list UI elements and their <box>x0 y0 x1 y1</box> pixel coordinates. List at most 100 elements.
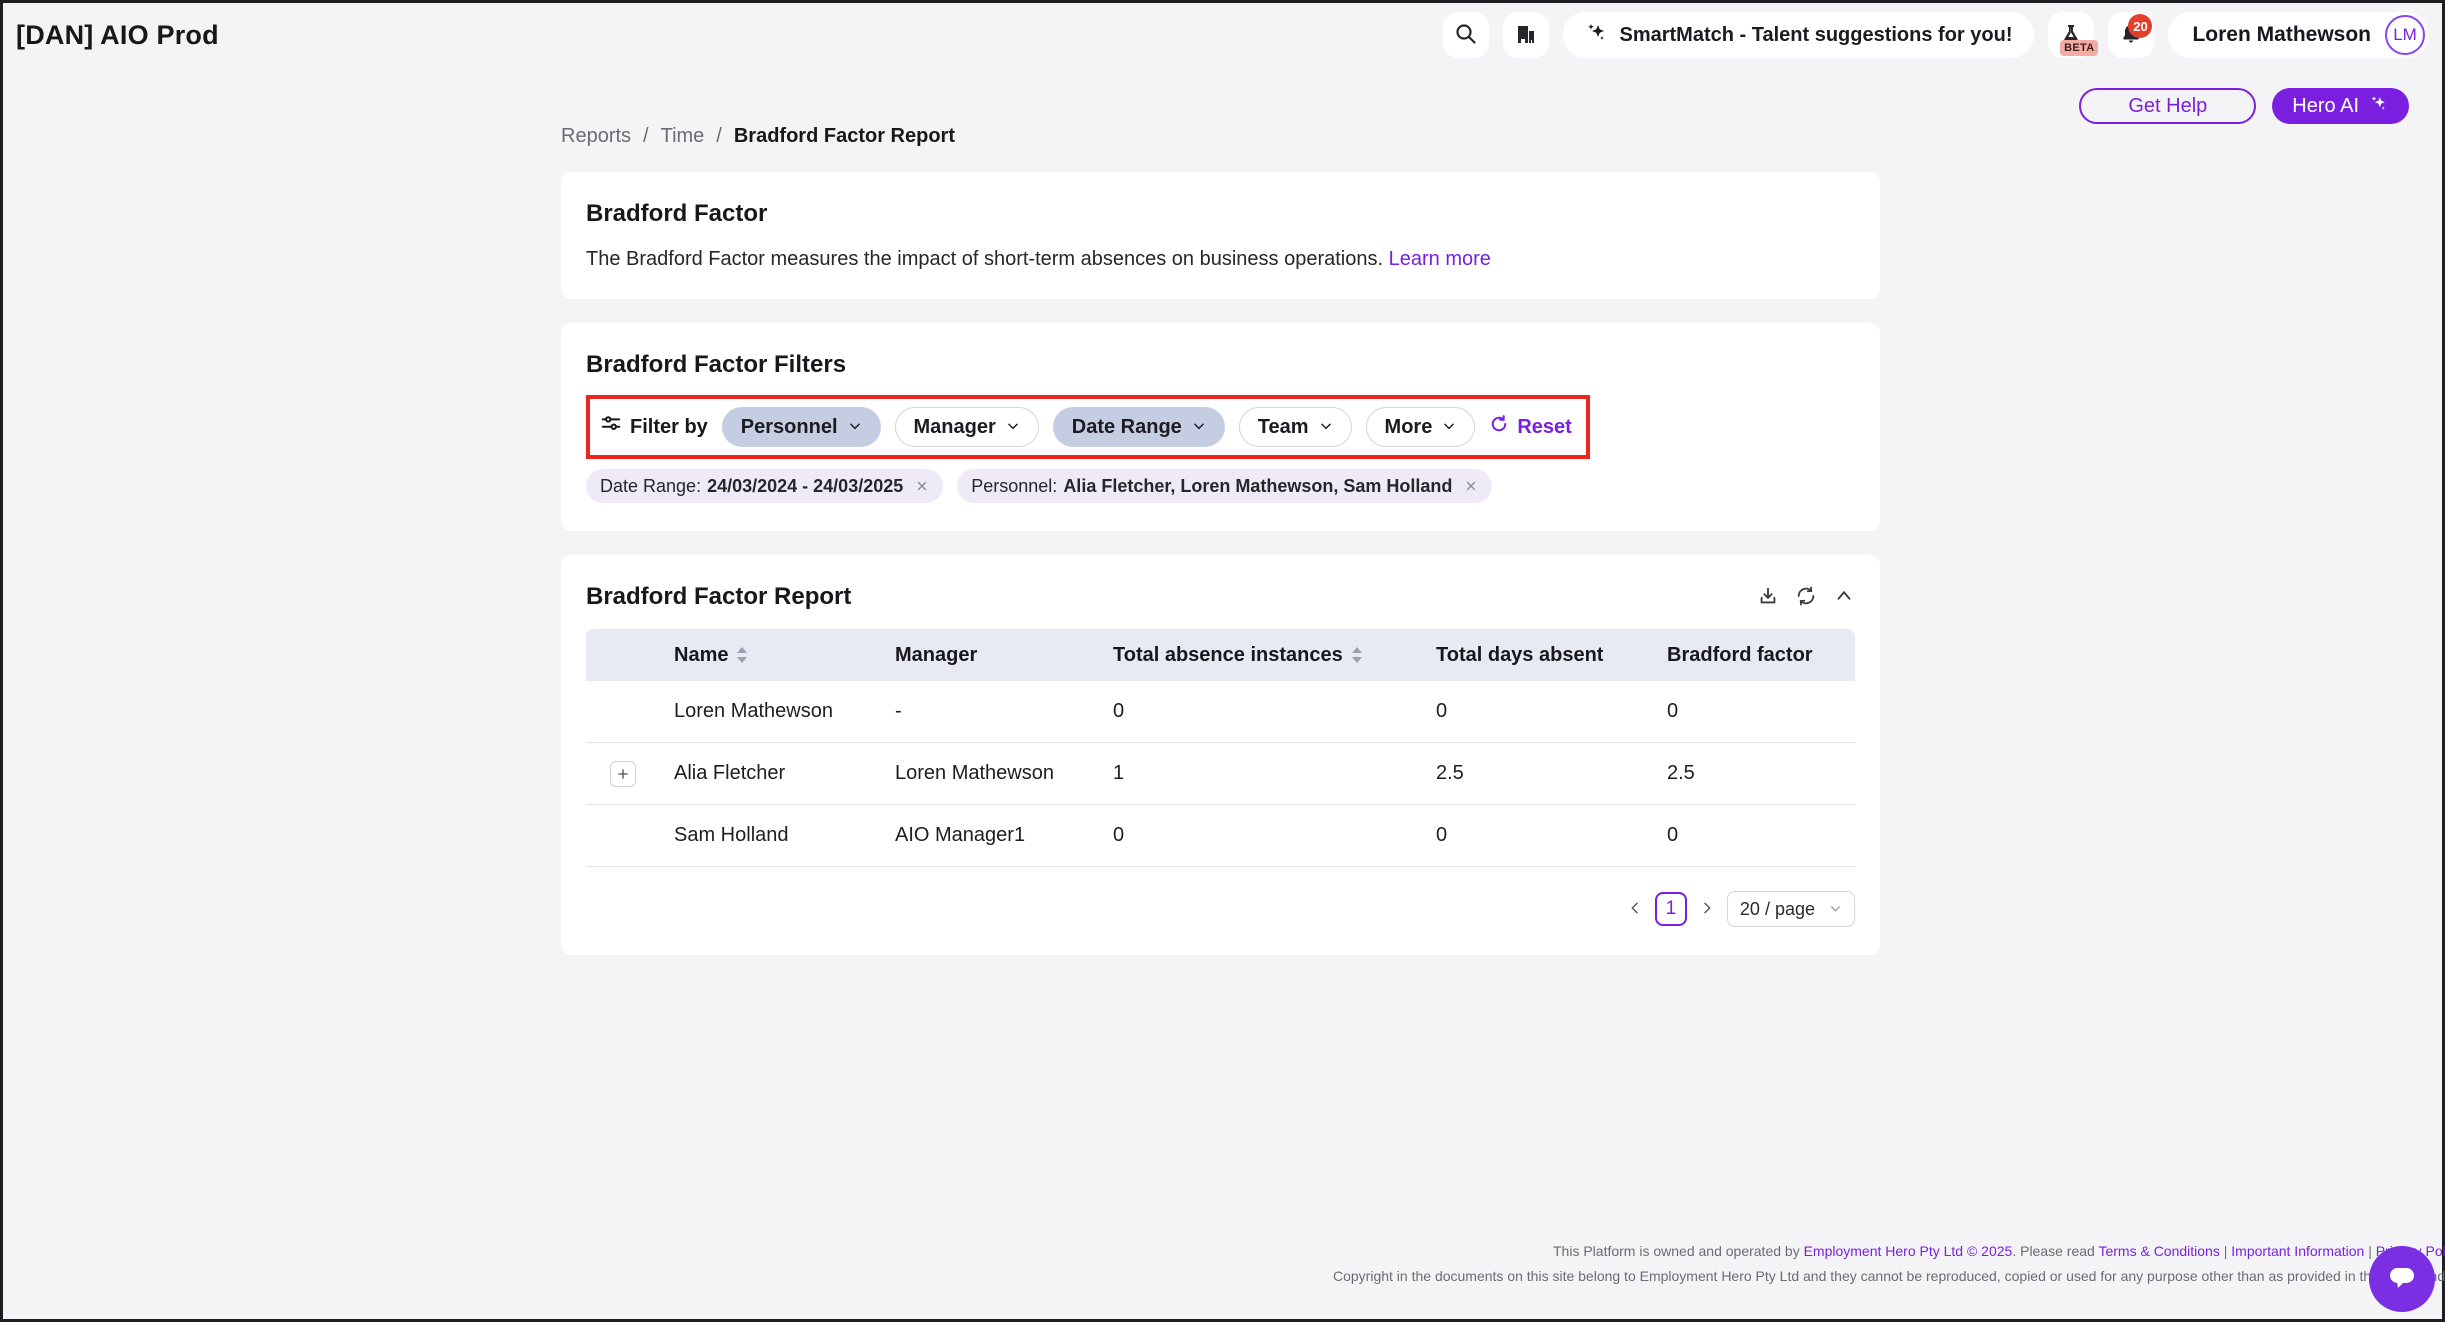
main-content: Reports / Time / Bradford Factor Report … <box>561 125 1880 955</box>
chip-label: Personnel: <box>971 476 1057 497</box>
beta-labs-button[interactable]: BETA <box>2048 12 2094 58</box>
intro-card-title: Bradford Factor <box>586 200 1855 228</box>
get-help-button[interactable]: Get Help <box>2079 88 2256 124</box>
column-label: Total days absent <box>1436 644 1603 667</box>
cell-name: Alia Fletcher <box>658 762 879 785</box>
page-size-select[interactable]: 20 / page <box>1727 891 1855 927</box>
beta-badge: BETA <box>2060 40 2098 56</box>
reset-label: Reset <box>1517 416 1571 439</box>
chat-bubble-icon <box>2384 1260 2420 1299</box>
sliders-icon <box>600 413 622 441</box>
previous-page-button[interactable] <box>1625 898 1645 921</box>
chip-value: Alia Fletcher, Loren Mathewson, Sam Holl… <box>1063 476 1452 497</box>
refresh-icon[interactable] <box>1795 585 1817 607</box>
cell-bradford-factor: 0 <box>1651 700 1855 723</box>
filter-more-button[interactable]: More <box>1366 407 1476 447</box>
page-number-button[interactable]: 1 <box>1655 892 1687 926</box>
hero-ai-label: Hero AI <box>2292 95 2359 118</box>
smartmatch-button[interactable]: SmartMatch - Talent suggestions for you! <box>1563 12 2034 58</box>
column-header-name[interactable]: Name <box>658 644 879 667</box>
cell-total-days-absent: 0 <box>1420 700 1651 723</box>
chat-launcher-button[interactable] <box>2369 1246 2435 1312</box>
chevron-down-icon <box>1319 416 1333 439</box>
chip-value: 24/03/2024 - 24/03/2025 <box>707 476 903 497</box>
smartmatch-label: SmartMatch - Talent suggestions for you! <box>1619 24 2012 47</box>
breadcrumb-reports[interactable]: Reports <box>561 125 631 148</box>
chevron-down-icon <box>1442 416 1456 439</box>
column-header-total-days-absent: Total days absent <box>1420 644 1651 667</box>
user-name: Loren Mathewson <box>2192 23 2371 47</box>
table-row: Alia Fletcher Loren Mathewson 1 2.5 2.5 <box>586 743 1855 805</box>
search-button[interactable] <box>1443 12 1489 58</box>
breadcrumb: Reports / Time / Bradford Factor Report <box>561 125 1880 148</box>
report-toolbar <box>1757 585 1855 607</box>
reset-filters-button[interactable]: Reset <box>1489 414 1571 440</box>
cell-manager: - <box>879 700 1097 723</box>
collapse-chevron-up-icon[interactable] <box>1833 585 1855 607</box>
bradford-factor-intro-card: Bradford Factor The Bradford Factor meas… <box>561 172 1880 299</box>
filter-date-range-button[interactable]: Date Range <box>1053 407 1225 447</box>
report-card-title: Bradford Factor Report <box>586 583 851 611</box>
cell-bradford-factor: 0 <box>1651 824 1855 847</box>
page-size-label: 20 / page <box>1740 899 1815 920</box>
organisation-button[interactable] <box>1503 12 1549 58</box>
breadcrumb-separator: / <box>716 125 722 148</box>
filter-manager-button[interactable]: Manager <box>895 407 1039 447</box>
sort-icon[interactable] <box>736 646 748 664</box>
notifications-button[interactable]: 20 <box>2108 12 2154 58</box>
next-page-button[interactable] <box>1697 898 1717 921</box>
app-header: [DAN] AIO Prod SmartMatch - Talent sugge… <box>0 0 2445 70</box>
user-menu-button[interactable]: Loren Mathewson LM <box>2168 12 2429 58</box>
search-icon <box>1454 22 1478 49</box>
learn-more-link[interactable]: Learn more <box>1389 248 1491 270</box>
expand-cell <box>586 761 658 787</box>
expand-row-button[interactable] <box>610 761 636 787</box>
filter-date-range-label: Date Range <box>1072 416 1182 439</box>
table-row: Sam Holland AIO Manager1 0 0 0 <box>586 805 1855 867</box>
page-actions: Get Help Hero AI <box>2079 88 2409 124</box>
chevron-right-icon <box>1699 900 1715 919</box>
chevron-down-icon <box>848 416 862 439</box>
breadcrumb-time[interactable]: Time <box>661 125 705 148</box>
cell-total-absence-instances: 0 <box>1097 700 1420 723</box>
close-icon[interactable] <box>915 479 929 493</box>
download-icon[interactable] <box>1757 585 1779 607</box>
employment-hero-link[interactable]: Employment Hero Pty Ltd © 2025 <box>1804 1243 2013 1259</box>
column-label: Name <box>674 644 728 667</box>
sort-icon[interactable] <box>1351 646 1363 664</box>
building-icon <box>1514 22 1538 49</box>
hero-ai-button[interactable]: Hero AI <box>2272 88 2409 124</box>
filter-personnel-button[interactable]: Personnel <box>722 407 881 447</box>
chevron-down-icon <box>1192 416 1206 439</box>
column-header-manager: Manager <box>879 644 1097 667</box>
filter-bar-annotated: Filter by Personnel Manager Date Range T… <box>586 395 1590 459</box>
table-row: Loren Mathewson - 0 0 0 <box>586 681 1855 743</box>
footer-text: . Please read <box>2012 1243 2098 1259</box>
footer-separator: | <box>2364 1243 2375 1259</box>
filters-card-title: Bradford Factor Filters <box>586 351 1855 379</box>
breadcrumb-separator: / <box>643 125 649 148</box>
terms-conditions-link[interactable]: Terms & Conditions <box>2098 1243 2219 1259</box>
filter-manager-label: Manager <box>914 416 996 439</box>
filter-by-label: Filter by <box>630 416 708 439</box>
filter-more-label: More <box>1385 416 1433 439</box>
column-header-total-absence-instances[interactable]: Total absence instances <box>1097 644 1420 667</box>
column-label: Total absence instances <box>1113 644 1343 667</box>
chevron-left-icon <box>1627 900 1643 919</box>
filter-team-label: Team <box>1258 416 1309 439</box>
cell-total-days-absent: 0 <box>1420 824 1651 847</box>
intro-description: The Bradford Factor measures the impact … <box>586 248 1855 271</box>
table-header-row: Name Manager Total absence instances Tot… <box>586 629 1855 681</box>
footer-copyright-line: Copyright in the documents on this site … <box>1333 1268 2445 1284</box>
header-actions: SmartMatch - Talent suggestions for you!… <box>1443 12 2429 58</box>
filter-team-button[interactable]: Team <box>1239 407 1352 447</box>
cell-total-days-absent: 2.5 <box>1420 762 1651 785</box>
close-icon[interactable] <box>1464 479 1478 493</box>
cell-name: Sam Holland <box>658 824 879 847</box>
cell-total-absence-instances: 0 <box>1097 824 1420 847</box>
cell-bradford-factor: 2.5 <box>1651 762 1855 785</box>
pagination: 1 20 / page <box>586 891 1855 927</box>
sparkle-icon <box>2369 93 2389 119</box>
important-information-link[interactable]: Important Information <box>2231 1243 2364 1259</box>
filter-personnel-label: Personnel <box>741 416 838 439</box>
